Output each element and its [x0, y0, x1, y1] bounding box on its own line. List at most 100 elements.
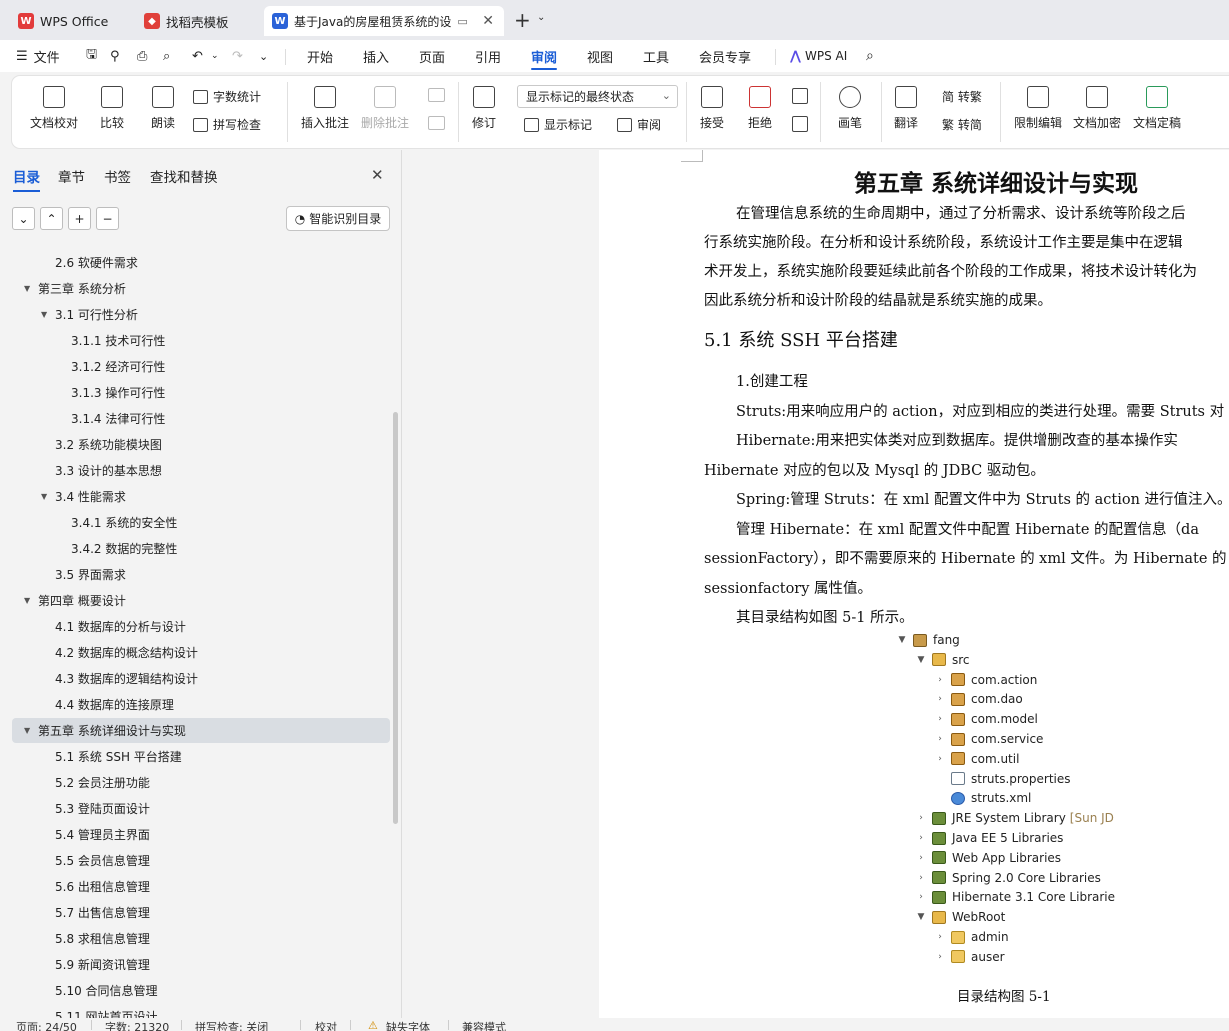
collapse-up-button[interactable]: ⌃ [40, 207, 63, 230]
tree-node[interactable]: › auser [935, 948, 1004, 966]
toc-item[interactable]: 4.4 数据库的连接原理 [55, 692, 174, 716]
translate-button[interactable]: 翻译 [894, 86, 918, 131]
chevron-right-icon[interactable]: › [935, 734, 945, 744]
chevron-right-icon[interactable]: › [935, 694, 945, 704]
toc-item[interactable]: ▼ 第五章 系统详细设计与实现 [24, 718, 186, 742]
collapse-down-button[interactable]: ⌄ [12, 207, 35, 230]
menu-reference[interactable]: 引用 [475, 40, 501, 72]
chevron-right-icon[interactable]: › [916, 892, 926, 902]
next-change-icon[interactable] [792, 116, 808, 132]
tab-toc[interactable]: 目录 [13, 166, 40, 192]
chevron-right-icon[interactable]: › [935, 932, 945, 942]
tree-node[interactable]: › Web App Libraries [916, 849, 1061, 867]
share-icon[interactable]: ⚲ [110, 40, 120, 72]
tree-node[interactable]: › com.service [935, 730, 1043, 748]
tree-node[interactable]: struts.xml [935, 789, 1031, 807]
toc-item[interactable]: 3.1.1 技术可行性 [71, 328, 165, 352]
to-simplified-button[interactable]: 繁 转简 [942, 116, 982, 133]
undo-dropdown-icon[interactable]: ⌄ [211, 40, 219, 72]
tab-docer[interactable]: ◆ 找稻壳模板 [130, 6, 258, 36]
show-markup-button[interactable]: 显示标记 [524, 116, 592, 133]
add-item-button[interactable]: + [68, 207, 91, 230]
finalize-button[interactable]: 文档定稿 [1133, 86, 1181, 131]
tree-node[interactable]: › Java EE 5 Libraries [916, 829, 1063, 847]
scrollbar[interactable] [393, 412, 398, 824]
tree-node[interactable]: ▼ fang [897, 631, 960, 649]
menu-page[interactable]: 页面 [419, 40, 445, 72]
tree-node[interactable]: › Spring 2.0 Core Libraries [916, 869, 1101, 887]
toc-item[interactable]: 5.9 新闻资讯管理 [55, 952, 150, 976]
tree-node[interactable]: › com.util [935, 750, 1019, 768]
toc-item[interactable]: 3.3 设计的基本思想 [55, 458, 162, 482]
menu-tools[interactable]: 工具 [643, 40, 669, 72]
expand-arrow-icon[interactable]: ▼ [24, 284, 30, 293]
tree-node[interactable]: › com.action [935, 671, 1037, 689]
tree-node[interactable]: › com.dao [935, 690, 1023, 708]
restrict-edit-button[interactable]: 限制编辑 [1014, 86, 1062, 131]
prev-comment-icon[interactable] [428, 88, 445, 102]
compare-button[interactable]: 比较 [100, 86, 124, 131]
toc-item[interactable]: 5.6 出租信息管理 [55, 874, 150, 898]
word-count[interactable]: 字数: 21320 [105, 1019, 169, 1031]
toc-item[interactable]: ▼ 3.1 可行性分析 [41, 302, 138, 326]
toc-item[interactable]: ▼ 3.4 性能需求 [41, 484, 126, 508]
more-chevron-icon[interactable]: ⌄ [259, 40, 268, 72]
toc-item[interactable]: 5.5 会员信息管理 [55, 848, 150, 872]
expand-arrow-icon[interactable]: ▼ [24, 726, 30, 735]
pen-button[interactable]: 画笔 [838, 86, 862, 131]
insert-comment-button[interactable]: 插入批注 [301, 86, 349, 131]
file-menu[interactable]: ☰ 文件 [16, 40, 60, 72]
next-comment-icon[interactable] [428, 116, 445, 130]
chevron-down-icon[interactable]: ▼ [897, 635, 907, 645]
undo-icon[interactable]: ↶ [192, 40, 203, 72]
tree-node[interactable]: › Hibernate 3.1 Core Librarie [916, 888, 1115, 906]
toc-item[interactable]: 4.3 数据库的逻辑结构设计 [55, 666, 198, 690]
wps-ai-button[interactable]: ⋀ WPS AI [790, 40, 847, 72]
doc-check-button[interactable]: 文档校对 [30, 86, 78, 131]
spell-check-button[interactable]: 拼写检查 [193, 116, 261, 133]
chevron-right-icon[interactable]: › [916, 813, 926, 823]
menu-insert[interactable]: 插入 [363, 40, 389, 72]
toc-item[interactable]: 5.10 合同信息管理 [55, 978, 158, 1002]
chevron-right-icon[interactable]: › [935, 952, 945, 962]
remove-item-button[interactable]: − [96, 207, 119, 230]
expand-arrow-icon[interactable]: ▼ [41, 492, 47, 501]
chevron-down-icon[interactable]: ⌄ [537, 12, 545, 23]
menu-review[interactable]: 审阅 [531, 40, 558, 72]
toc-item[interactable]: 5.2 会员注册功能 [55, 770, 150, 794]
document-page[interactable]: 第五章 系统详细设计与实现 在管理信息系统的生命周期中，通过了分析需求、设计系统… [599, 150, 1229, 1018]
tab-find-replace[interactable]: 查找和替换 [150, 166, 218, 186]
reject-button[interactable]: 拒绝 [748, 86, 772, 131]
toc-item[interactable]: 3.1.2 经济可行性 [71, 354, 165, 378]
toc-item[interactable]: 5.11 网站首页设计 [55, 1004, 158, 1019]
chevron-right-icon[interactable]: › [935, 675, 945, 685]
chevron-right-icon[interactable]: › [916, 853, 926, 863]
toc-item[interactable]: 3.4.2 数据的完整性 [71, 536, 177, 560]
toc-item[interactable]: 4.2 数据库的概念结构设计 [55, 640, 198, 664]
tree-node[interactable]: › JRE System Library [Sun JD [916, 809, 1114, 827]
toc-item[interactable]: 5.8 求租信息管理 [55, 926, 150, 950]
tab-document[interactable]: W 基于Java的房屋租赁系统的设 ▭ ✕ [264, 6, 504, 36]
word-count-button[interactable]: 字数统计 [193, 88, 261, 105]
toc-item[interactable]: 5.7 出售信息管理 [55, 900, 150, 924]
tab-bookmarks[interactable]: 书签 [104, 166, 131, 186]
menu-view[interactable]: 视图 [587, 40, 613, 72]
toc-item[interactable]: 4.1 数据库的分析与设计 [55, 614, 186, 638]
tab-sections[interactable]: 章节 [58, 166, 85, 186]
chevron-right-icon[interactable]: › [916, 873, 926, 883]
prev-change-icon[interactable] [792, 88, 808, 104]
tree-node[interactable]: ▼ src [916, 651, 970, 669]
read-aloud-button[interactable]: 朗读 [151, 86, 175, 131]
accept-button[interactable]: 接受 [700, 86, 724, 131]
revise-button[interactable]: 修订 [472, 86, 496, 131]
proof-status[interactable]: 校对 [315, 1019, 337, 1031]
menu-member[interactable]: 会员专享 [699, 40, 751, 72]
smart-toc-button[interactable]: ◔ 智能识别目录 [286, 206, 390, 231]
search-icon[interactable]: ⌕ [866, 40, 874, 72]
menu-start[interactable]: 开始 [307, 40, 333, 72]
toc-item[interactable]: 3.2 系统功能模块图 [55, 432, 162, 456]
page-count[interactable]: 页面: 24/50 [16, 1019, 77, 1031]
encrypt-button[interactable]: 文档加密 [1073, 86, 1121, 131]
toc-item[interactable]: ▼ 第四章 概要设计 [24, 588, 126, 612]
chevron-right-icon[interactable]: › [935, 714, 945, 724]
